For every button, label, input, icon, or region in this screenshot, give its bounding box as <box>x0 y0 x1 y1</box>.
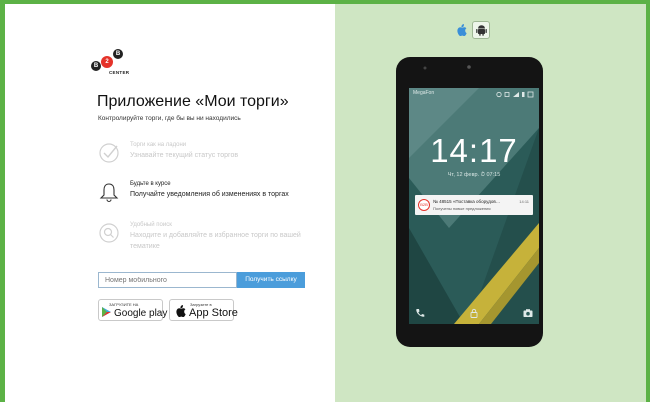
page-subtitle: Контролируйте торги, где бы вы ни находи… <box>98 115 241 122</box>
lockscreen-date: Чт, 12 февр. ⏱ 07:15 <box>409 172 539 179</box>
unlock-icon[interactable] <box>469 308 479 318</box>
phone-number-input[interactable] <box>98 272 237 288</box>
logo-caption: CENTER <box>109 70 130 75</box>
phone-call-icon[interactable] <box>415 308 425 318</box>
google-play-small: ЗАГРУЗИТЕ НА <box>109 302 139 307</box>
feature-heading: Удобный поиск <box>130 222 172 228</box>
lockscreen-date-text: Чт, 12 февр. <box>447 172 480 178</box>
platform-apple-toggle[interactable] <box>453 22 469 38</box>
b2b-center-logo[interactable]: B 2 B CENTER <box>91 49 131 77</box>
lockscreen-alarm: 07:15 <box>486 172 501 178</box>
platform-android-toggle[interactable] <box>472 21 490 39</box>
promo-panel <box>5 4 335 402</box>
logo-letter-3: B <box>113 49 123 59</box>
feature-heading: Будьте в курсе <box>130 181 171 187</box>
feature-text: Узнавайте текущий статус торгов <box>130 152 239 159</box>
camera-icon[interactable] <box>523 308 533 318</box>
notification-title: № 48515 «Поставка оборудов… <box>433 199 501 204</box>
phone-sensor <box>423 66 427 70</box>
status-carrier: MegaFon <box>413 90 435 96</box>
phone-screen: MegaFon 14:17 Чт, 12 февр. ⏱ 07:15 B2B №… <box>409 88 539 324</box>
google-play-badge[interactable]: ЗАГРУЗИТЕ НА Google play <box>98 299 167 321</box>
feature-text: Получайте уведомления об изменениях в то… <box>130 191 289 198</box>
lockscreen-clock: 14:17 <box>430 132 518 169</box>
status-icons <box>496 91 534 98</box>
notification-card[interactable]: B2B № 48515 «Поставка оборудов… Получены… <box>415 195 533 215</box>
feature-heading: Торги как на ладони <box>130 142 187 148</box>
get-link-button[interactable]: Получить ссылку <box>237 272 305 288</box>
check-circle-icon <box>99 143 119 163</box>
logo-letter-1: B <box>91 61 101 71</box>
page-title: Приложение «Мои торги» <box>97 93 289 110</box>
apple-logo-icon <box>176 305 186 317</box>
app-store-badge[interactable]: Загрузите в App Store <box>169 299 238 321</box>
notification-subtitle: Получены новые предложения <box>433 206 491 211</box>
notification-app-icon: B2B <box>418 199 430 211</box>
search-icon <box>99 223 119 243</box>
phone-speaker <box>467 65 471 69</box>
app-store-label: App Store <box>189 307 238 319</box>
notification-time: 14:11 <box>519 199 529 204</box>
bell-icon <box>99 183 119 203</box>
android-icon <box>475 25 487 36</box>
google-play-label: Google play <box>114 308 168 319</box>
apple-icon <box>456 24 467 36</box>
logo-letter-2: 2 <box>101 56 113 68</box>
google-play-icon <box>102 307 111 317</box>
feature-text: Находите и добавляйте в избранное торги … <box>130 232 301 250</box>
